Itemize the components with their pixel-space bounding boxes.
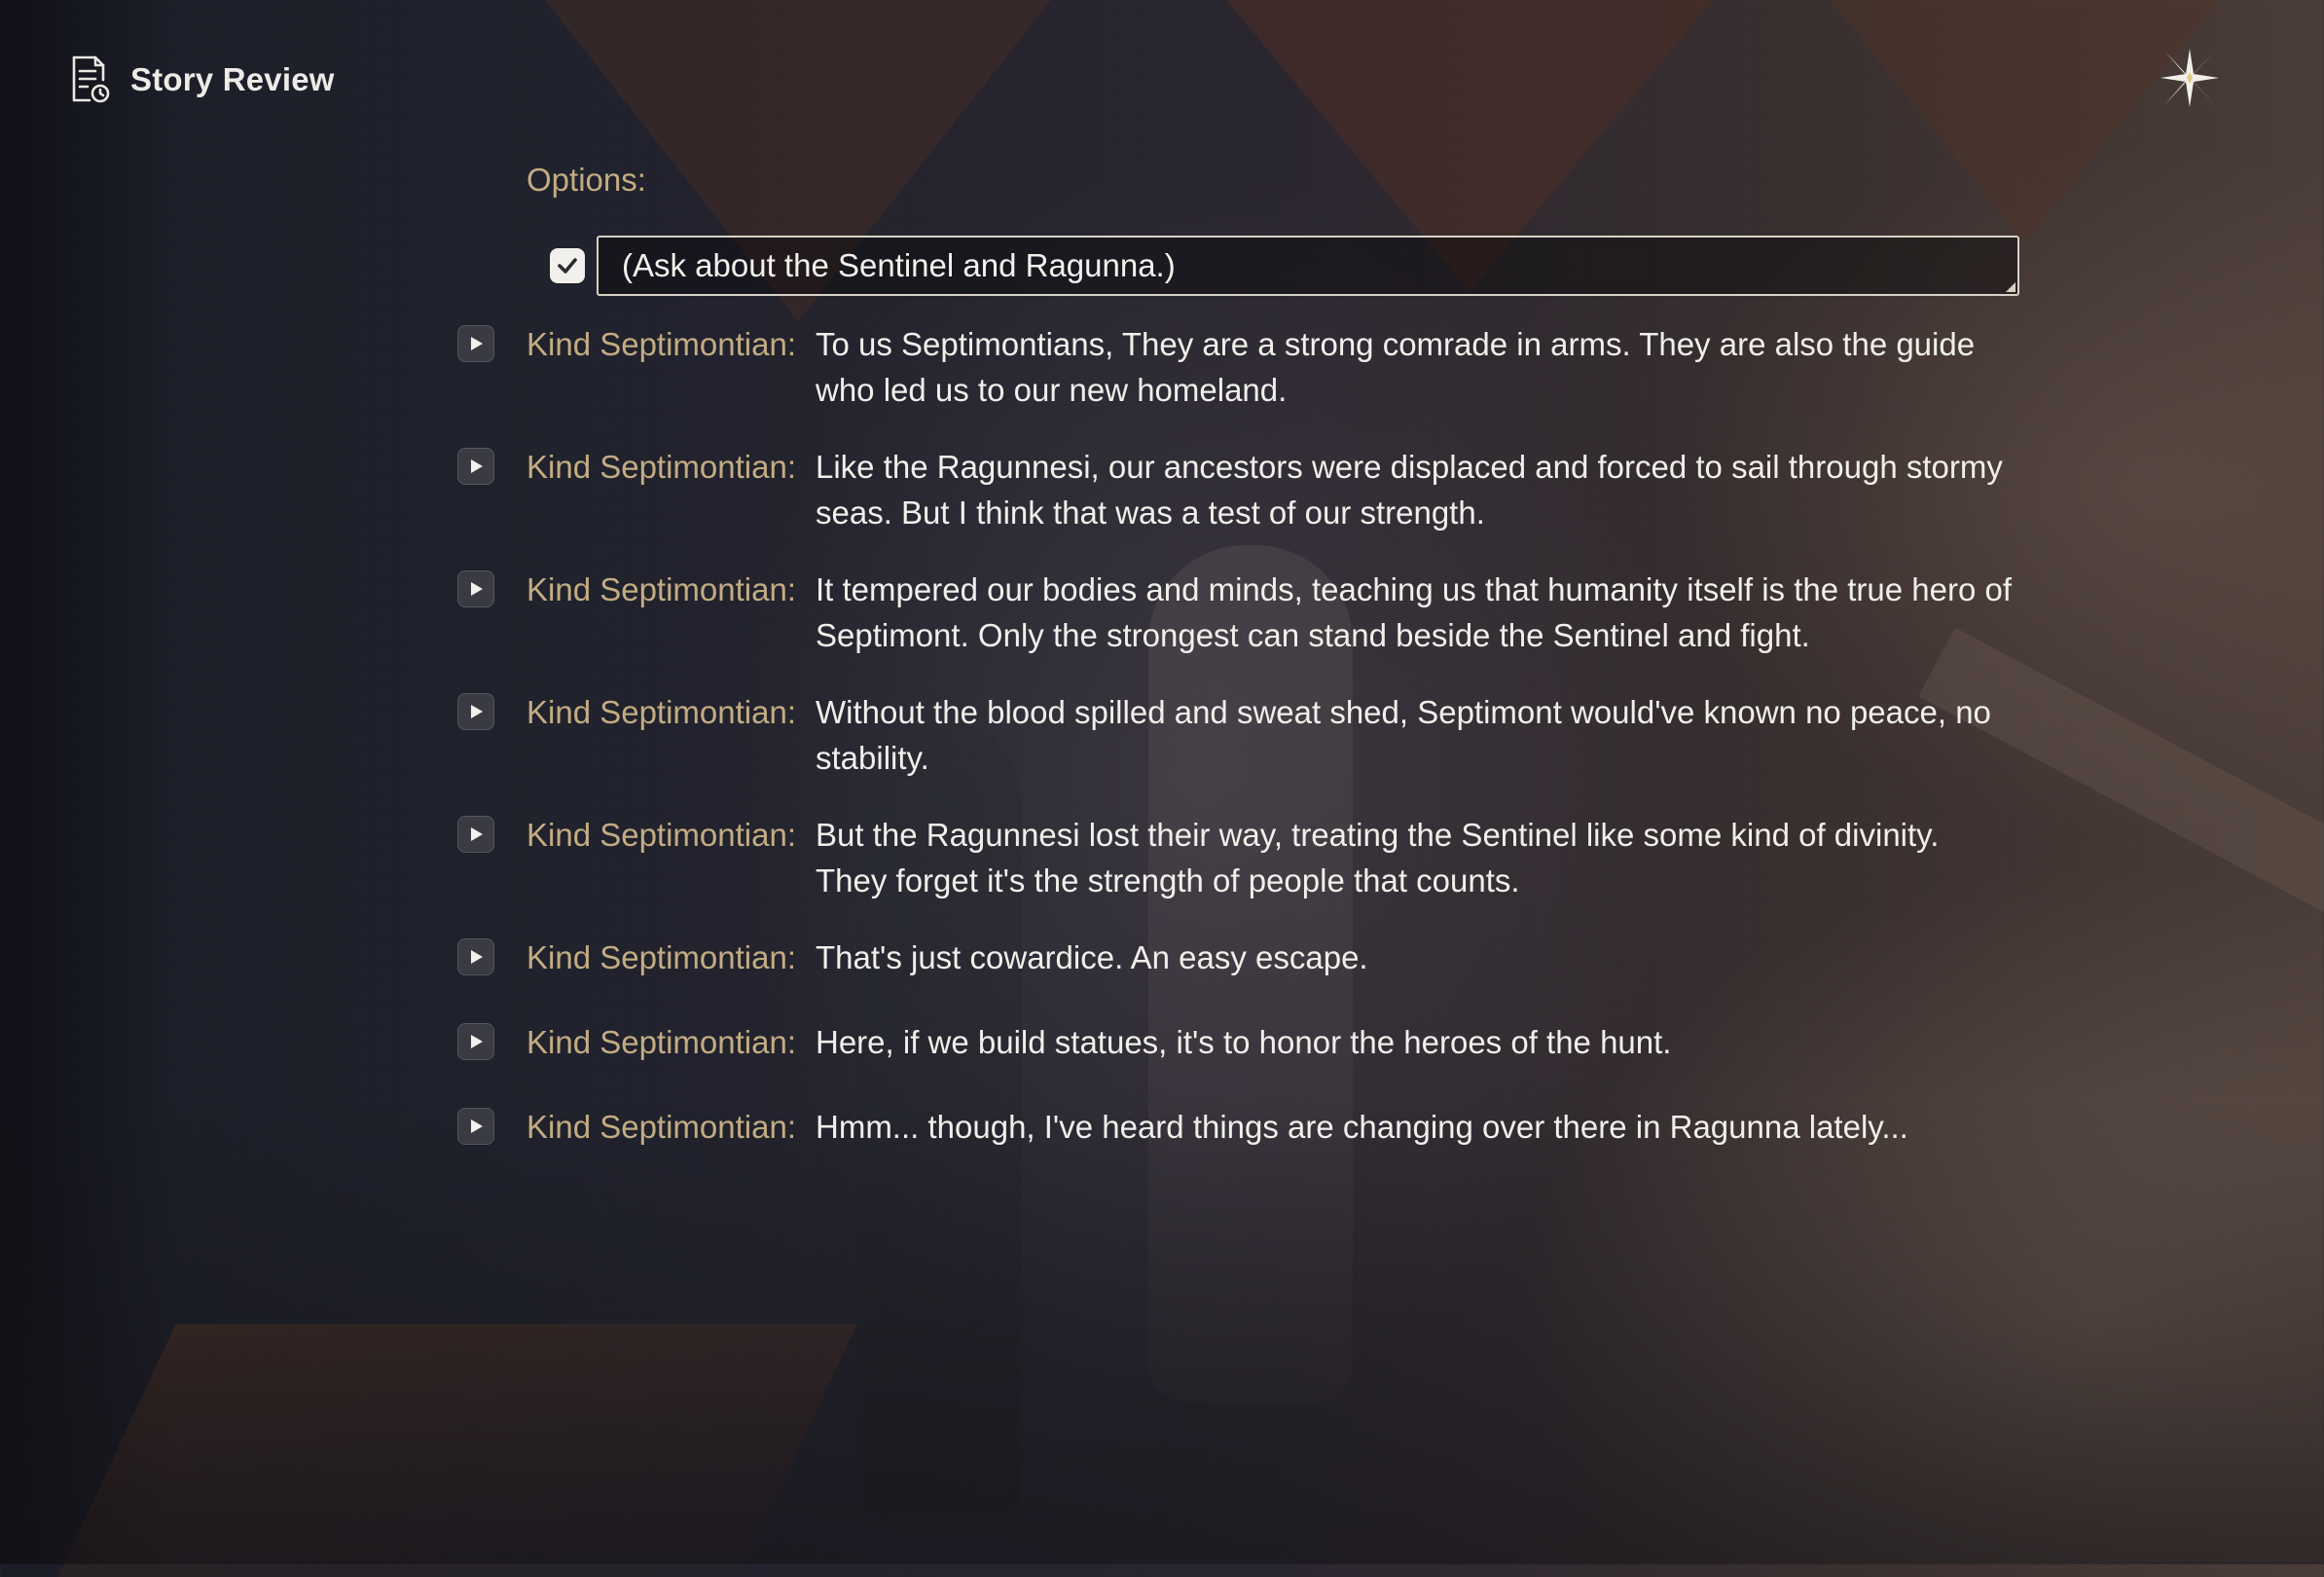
play-icon (466, 334, 486, 353)
play-voice-button[interactable] (457, 570, 494, 607)
close-star-icon (2155, 43, 2225, 113)
play-icon (466, 825, 486, 844)
play-icon (466, 1117, 486, 1136)
selected-option-text: (Ask about the Sentinel and Ragunna.) (622, 247, 1176, 283)
play-voice-button[interactable] (457, 816, 494, 853)
play-icon (466, 579, 486, 599)
dialogue-text: Like the Ragunnesi, our ancestors were d… (816, 449, 2003, 531)
speaker-name: Kind Septimontian: (527, 1024, 797, 1060)
dialogue-text: Without the blood spilled and sweat shed… (816, 694, 1991, 776)
dialogue-line: Kind Septimontian: Like the Ragunnesi, o… (457, 444, 2034, 535)
option-checkbox (550, 248, 585, 283)
dialogue-line: Kind Septimontian: That's just cowardice… (457, 935, 2034, 980)
dialogue-text: Here, if we build statues, it's to honor… (816, 1024, 1672, 1060)
selected-option: (Ask about the Sentinel and Ragunna.) (597, 236, 2019, 296)
dialogue-line: Kind Septimontian: It tempered our bodie… (457, 567, 2034, 658)
speaker-name: Kind Septimontian: (527, 326, 797, 362)
dialogue-line: Kind Septimontian: Hmm... though, I've h… (457, 1104, 2034, 1150)
speaker-name: Kind Septimontian: (527, 1109, 797, 1145)
play-voice-button[interactable] (457, 693, 494, 730)
dialogue-text: But the Ragunnesi lost their way, treati… (816, 817, 1940, 899)
play-voice-button[interactable] (457, 325, 494, 362)
dialogue-text: That's just cowardice. An easy escape. (816, 939, 1368, 975)
option-row: (Ask about the Sentinel and Ragunna.) (550, 236, 2019, 296)
speaker-name: Kind Septimontian: (527, 571, 797, 607)
checkmark-icon (555, 253, 580, 278)
play-icon (466, 1032, 486, 1051)
play-voice-button[interactable] (457, 938, 494, 975)
play-voice-button[interactable] (457, 448, 494, 485)
dialogue-line: Kind Septimontian: Without the blood spi… (457, 689, 2034, 781)
options-label: Options: (527, 162, 646, 198)
dialogue-text: To us Septimontians, They are a strong c… (816, 326, 1976, 408)
speaker-name: Kind Septimontian: (527, 449, 797, 485)
dialogue-list: Kind Septimontian: To us Septimontians, … (457, 321, 2034, 1189)
story-document-icon (70, 55, 113, 105)
dialogue-line: Kind Septimontian: Here, if we build sta… (457, 1019, 2034, 1065)
play-voice-button[interactable] (457, 1108, 494, 1145)
speaker-name: Kind Septimontian: (527, 817, 797, 853)
dialogue-line: Kind Septimontian: But the Ragunnesi los… (457, 812, 2034, 903)
page-title: Story Review (130, 61, 335, 97)
background-wall (0, 0, 175, 1564)
play-icon (466, 702, 486, 721)
dialogue-line: Kind Septimontian: To us Septimontians, … (457, 321, 2034, 413)
close-button[interactable] (2155, 43, 2225, 113)
dialogue-text: It tempered our bodies and minds, teachi… (816, 571, 2013, 653)
speaker-name: Kind Septimontian: (527, 939, 797, 975)
play-icon (466, 457, 486, 476)
dialogue-text: Hmm... though, I've heard things are cha… (816, 1109, 1908, 1145)
background-cloth (57, 1324, 857, 1577)
background-pennant (1830, 0, 2219, 243)
speaker-name: Kind Septimontian: (527, 694, 797, 730)
play-voice-button[interactable] (457, 1023, 494, 1060)
story-review-header: Story Review (70, 55, 335, 105)
play-icon (466, 947, 486, 967)
